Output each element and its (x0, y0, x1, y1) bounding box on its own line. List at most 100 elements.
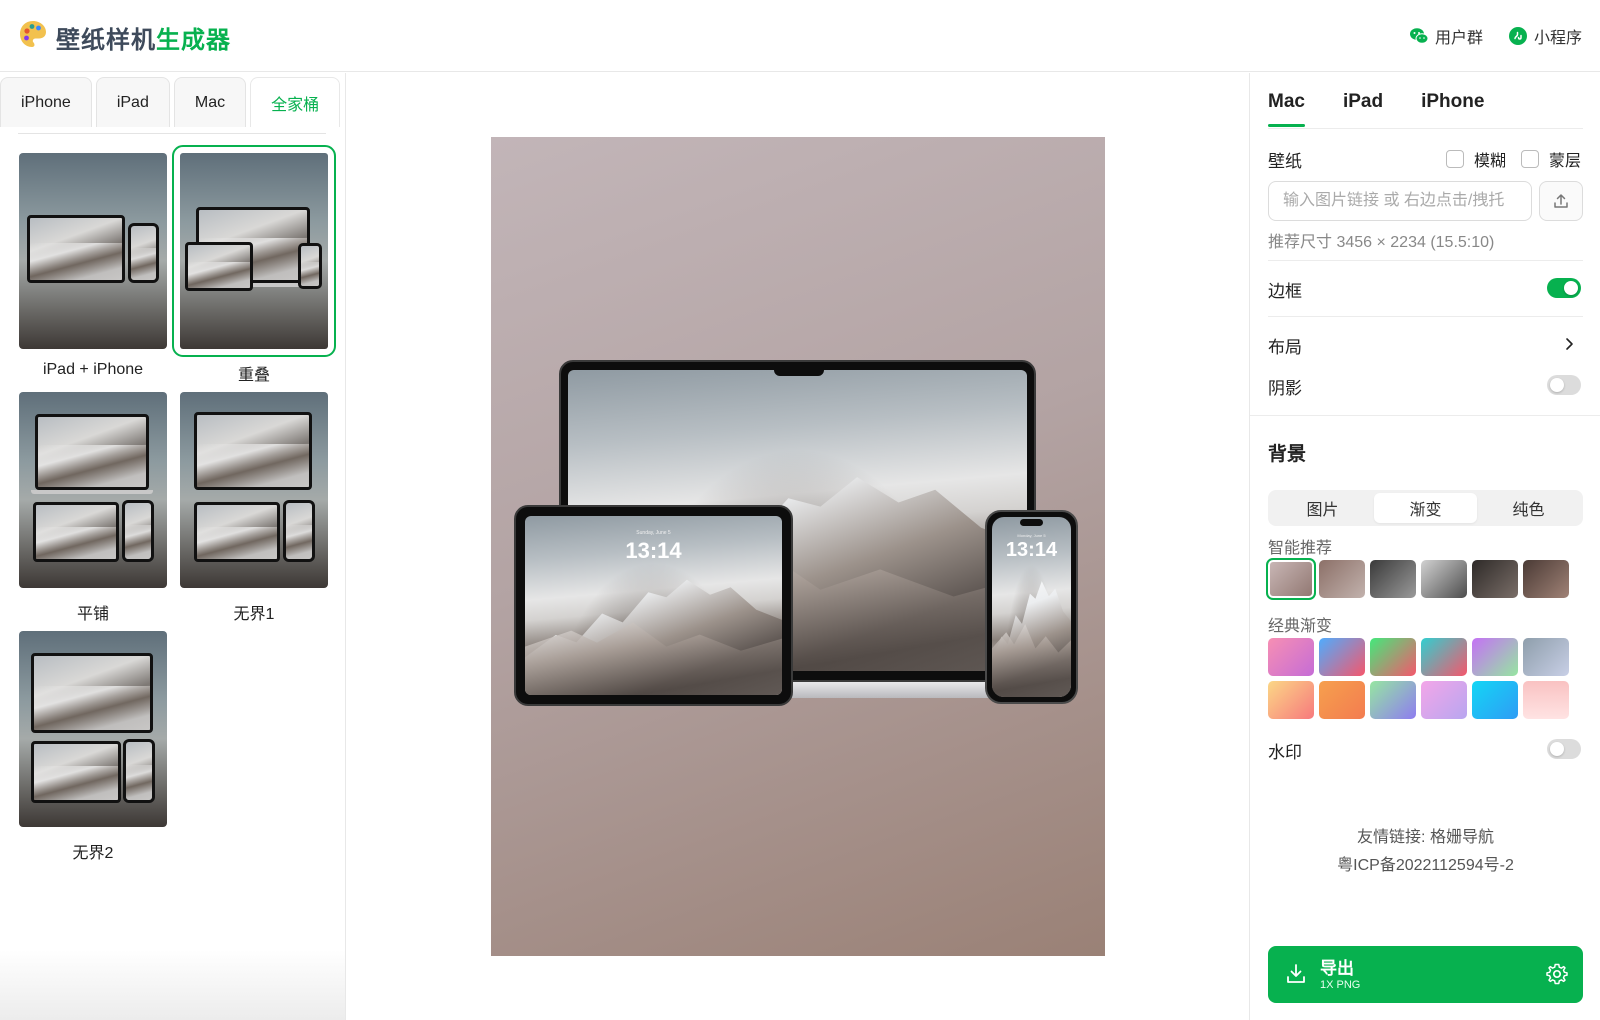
macbook-notch (774, 362, 824, 376)
layout-thumbnail (172, 145, 336, 357)
mask-checkbox[interactable]: 蒙层 (1521, 147, 1581, 171)
tab-all-devices[interactable]: 全家桶 (250, 77, 341, 127)
background-type-segmented: 图片 渐变 纯色 (1268, 490, 1583, 526)
tab-ipad[interactable]: iPad (1343, 91, 1383, 127)
tab-iphone[interactable]: iPhone (0, 77, 92, 127)
gradient-swatch[interactable] (1472, 681, 1518, 719)
iphone-lock-date: Monday, June 5 (1017, 533, 1046, 538)
gradient-swatch[interactable] (1523, 638, 1569, 676)
sidebar-fade (0, 950, 345, 1020)
shadow-toggle[interactable] (1547, 375, 1581, 395)
export-format: 1X PNG (1320, 979, 1361, 991)
layout-option-tiled[interactable]: 平铺 (19, 392, 167, 624)
iphone-dynamic-island (1020, 519, 1043, 526)
gradient-swatch[interactable] (1421, 681, 1467, 719)
mini-program-label: 小程序 (1534, 30, 1583, 47)
user-group-link[interactable]: 用户群 (1409, 24, 1483, 48)
gradient-swatch[interactable] (1421, 638, 1467, 676)
app-title: 壁纸样机生成器 (56, 20, 231, 55)
layout-option-ipad-iphone[interactable]: iPad + iPhone (19, 153, 167, 379)
mask-label: 蒙层 (1549, 153, 1582, 170)
ipad-lock-date: Sunday, June 5 (636, 530, 671, 536)
layout-label: iPad + iPhone (42, 361, 144, 378)
smart-recommend-label: 智能推荐 (1268, 540, 1333, 557)
layout-thumbnail (180, 392, 328, 588)
blur-label: 模糊 (1474, 153, 1507, 170)
toggle-knob (1564, 281, 1578, 295)
wallpaper-size-hint: 推荐尺寸 3456 × 2234 (15.5:10) (1268, 234, 1495, 251)
tab-mac[interactable]: Mac (1268, 91, 1305, 127)
background-title: 背景 (1268, 444, 1307, 465)
gradient-swatch[interactable] (1472, 560, 1518, 598)
target-device-tabs: Mac iPad iPhone (1268, 91, 1522, 127)
frame-toggle[interactable] (1547, 278, 1581, 298)
ipad-mockup: Sunday, June 5 13:14 (514, 505, 793, 706)
watermark-label: 水印 (1268, 743, 1302, 762)
mockup-preview-canvas: Sunday, June 5 13:14 Monday, June 5 13:1… (491, 137, 1105, 956)
app-header: 壁纸样机生成器 用户群 小程序 (0, 0, 1600, 72)
gradient-swatch[interactable] (1268, 638, 1314, 676)
layout-option-overlap[interactable]: 重叠 (172, 145, 336, 385)
gradient-swatch[interactable] (1266, 558, 1316, 600)
gradient-swatch[interactable] (1319, 560, 1365, 598)
section-divider (1250, 415, 1600, 416)
gradient-swatch[interactable] (1421, 560, 1467, 598)
layout-option-borderless-2[interactable]: 无界2 (19, 631, 167, 863)
ipad-screen: Sunday, June 5 13:14 (525, 516, 782, 695)
gradient-swatch[interactable] (1370, 638, 1416, 676)
layout-label: 布局 (1268, 338, 1302, 357)
classic-gradient-label: 经典渐变 (1268, 618, 1333, 635)
segment-image[interactable]: 图片 (1271, 493, 1374, 523)
gradient-swatch[interactable] (1472, 638, 1518, 676)
blur-checkbox[interactable]: 模糊 (1446, 147, 1506, 171)
gradient-swatch[interactable] (1370, 681, 1416, 719)
watermark-toggle[interactable] (1547, 739, 1581, 759)
chevron-right-icon[interactable] (1563, 337, 1577, 351)
layout-thumbnail (19, 392, 167, 588)
tab-iphone[interactable]: iPhone (1421, 91, 1484, 127)
segment-gradient[interactable]: 渐变 (1374, 493, 1477, 523)
layout-label: 无界1 (233, 606, 275, 623)
friend-links[interactable]: 友情链接: 格姗导航 (1250, 823, 1600, 847)
classic-swatches (1268, 638, 1569, 719)
upload-icon (1554, 194, 1568, 208)
iphone-screen: Monday, June 5 13:14 (992, 517, 1071, 697)
export-button[interactable]: 导出 1X PNG (1268, 946, 1583, 1003)
layout-option-borderless-1[interactable]: 无界1 (180, 392, 328, 624)
gradient-swatch[interactable] (1319, 681, 1365, 719)
app-title-part1: 壁纸样机 (56, 27, 156, 54)
blur-checkbox-box[interactable] (1446, 150, 1464, 168)
iphone-mockup: Monday, June 5 13:14 (985, 510, 1078, 704)
layout-label: 重叠 (237, 367, 270, 384)
upload-button[interactable] (1539, 181, 1583, 221)
mask-checkbox-box[interactable] (1521, 150, 1539, 168)
toggle-knob (1550, 378, 1564, 392)
icp-record[interactable]: 粤ICP备2022112594号-2 (1250, 851, 1600, 875)
layout-label: 无界2 (72, 845, 114, 862)
toggle-knob (1550, 742, 1564, 756)
mini-program-link[interactable]: 小程序 (1508, 24, 1582, 48)
layout-thumbnail (19, 631, 167, 827)
download-icon (1287, 964, 1305, 983)
divider (1268, 260, 1583, 261)
gradient-swatch[interactable] (1319, 638, 1365, 676)
frame-label: 边框 (1268, 282, 1302, 301)
gradient-swatch[interactable] (1523, 681, 1569, 719)
tab-mac[interactable]: Mac (173, 77, 247, 127)
gradient-swatch[interactable] (1268, 681, 1314, 719)
miniprogram-icon (1509, 27, 1527, 45)
tab-ipad[interactable]: iPad (95, 77, 170, 127)
wallpaper-url-input[interactable] (1268, 181, 1532, 221)
shadow-label: 阴影 (1268, 379, 1302, 398)
layout-label: 平铺 (76, 606, 109, 623)
gear-icon[interactable] (1545, 962, 1569, 986)
segment-solid[interactable]: 纯色 (1477, 493, 1580, 523)
layout-thumbnail (19, 153, 167, 349)
tabs-divider (18, 133, 326, 134)
user-group-label: 用户群 (1435, 30, 1484, 47)
gradient-swatch[interactable] (1370, 560, 1416, 598)
app-title-part2: 生成器 (156, 27, 231, 54)
export-title: 导出 (1320, 959, 1354, 978)
settings-panel: Mac iPad iPhone 壁纸 模糊 蒙层 推荐尺寸 3456 × 223… (1249, 73, 1600, 1020)
gradient-swatch[interactable] (1523, 560, 1569, 598)
